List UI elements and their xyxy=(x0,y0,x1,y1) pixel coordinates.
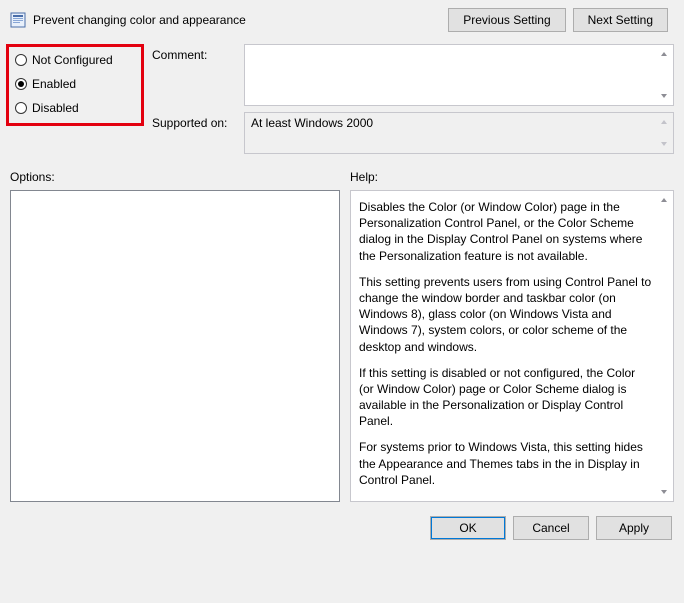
scrollbar xyxy=(656,192,672,500)
help-section-label: Help: xyxy=(350,170,674,184)
page-title: Prevent changing color and appearance xyxy=(33,13,246,27)
help-panel[interactable]: Disables the Color (or Window Color) pag… xyxy=(350,190,674,502)
next-setting-button[interactable]: Next Setting xyxy=(573,8,668,32)
scroll-down-icon xyxy=(656,88,672,104)
cancel-button[interactable]: Cancel xyxy=(513,516,589,540)
scroll-down-icon xyxy=(656,484,672,500)
radio-label: Disabled xyxy=(32,101,79,115)
radio-disabled[interactable]: Disabled xyxy=(15,101,129,115)
options-section-label: Options: xyxy=(10,170,340,184)
supported-on-field: At least Windows 2000 xyxy=(244,112,674,154)
state-radio-group: Not Configured Enabled Disabled xyxy=(6,44,144,126)
supported-on-value: At least Windows 2000 xyxy=(251,116,373,130)
radio-label: Enabled xyxy=(32,77,76,91)
policy-icon xyxy=(10,12,26,28)
scrollbar xyxy=(656,114,672,152)
scroll-down-icon xyxy=(656,136,672,152)
supported-on-label: Supported on: xyxy=(152,112,238,130)
radio-circle-icon xyxy=(15,54,27,66)
scroll-up-icon xyxy=(656,114,672,130)
radio-circle-icon xyxy=(15,102,27,114)
ok-button[interactable]: OK xyxy=(430,516,506,540)
previous-setting-button[interactable]: Previous Setting xyxy=(448,8,565,32)
help-paragraph: Disables the Color (or Window Color) pag… xyxy=(359,199,653,264)
help-paragraph: If this setting is disabled or not confi… xyxy=(359,365,653,430)
comment-textarea[interactable] xyxy=(244,44,674,106)
comment-label: Comment: xyxy=(152,44,238,62)
comment-value xyxy=(245,45,673,51)
radio-not-configured[interactable]: Not Configured xyxy=(15,53,129,67)
radio-circle-filled-icon xyxy=(15,78,27,90)
help-paragraph: This setting prevents users from using C… xyxy=(359,274,653,355)
help-paragraph: For systems prior to Windows Vista, this… xyxy=(359,439,653,488)
radio-enabled[interactable]: Enabled xyxy=(15,77,129,91)
radio-label: Not Configured xyxy=(32,53,113,67)
apply-button[interactable]: Apply xyxy=(596,516,672,540)
scrollbar xyxy=(656,46,672,104)
options-panel xyxy=(10,190,340,502)
scroll-up-icon xyxy=(656,192,672,208)
